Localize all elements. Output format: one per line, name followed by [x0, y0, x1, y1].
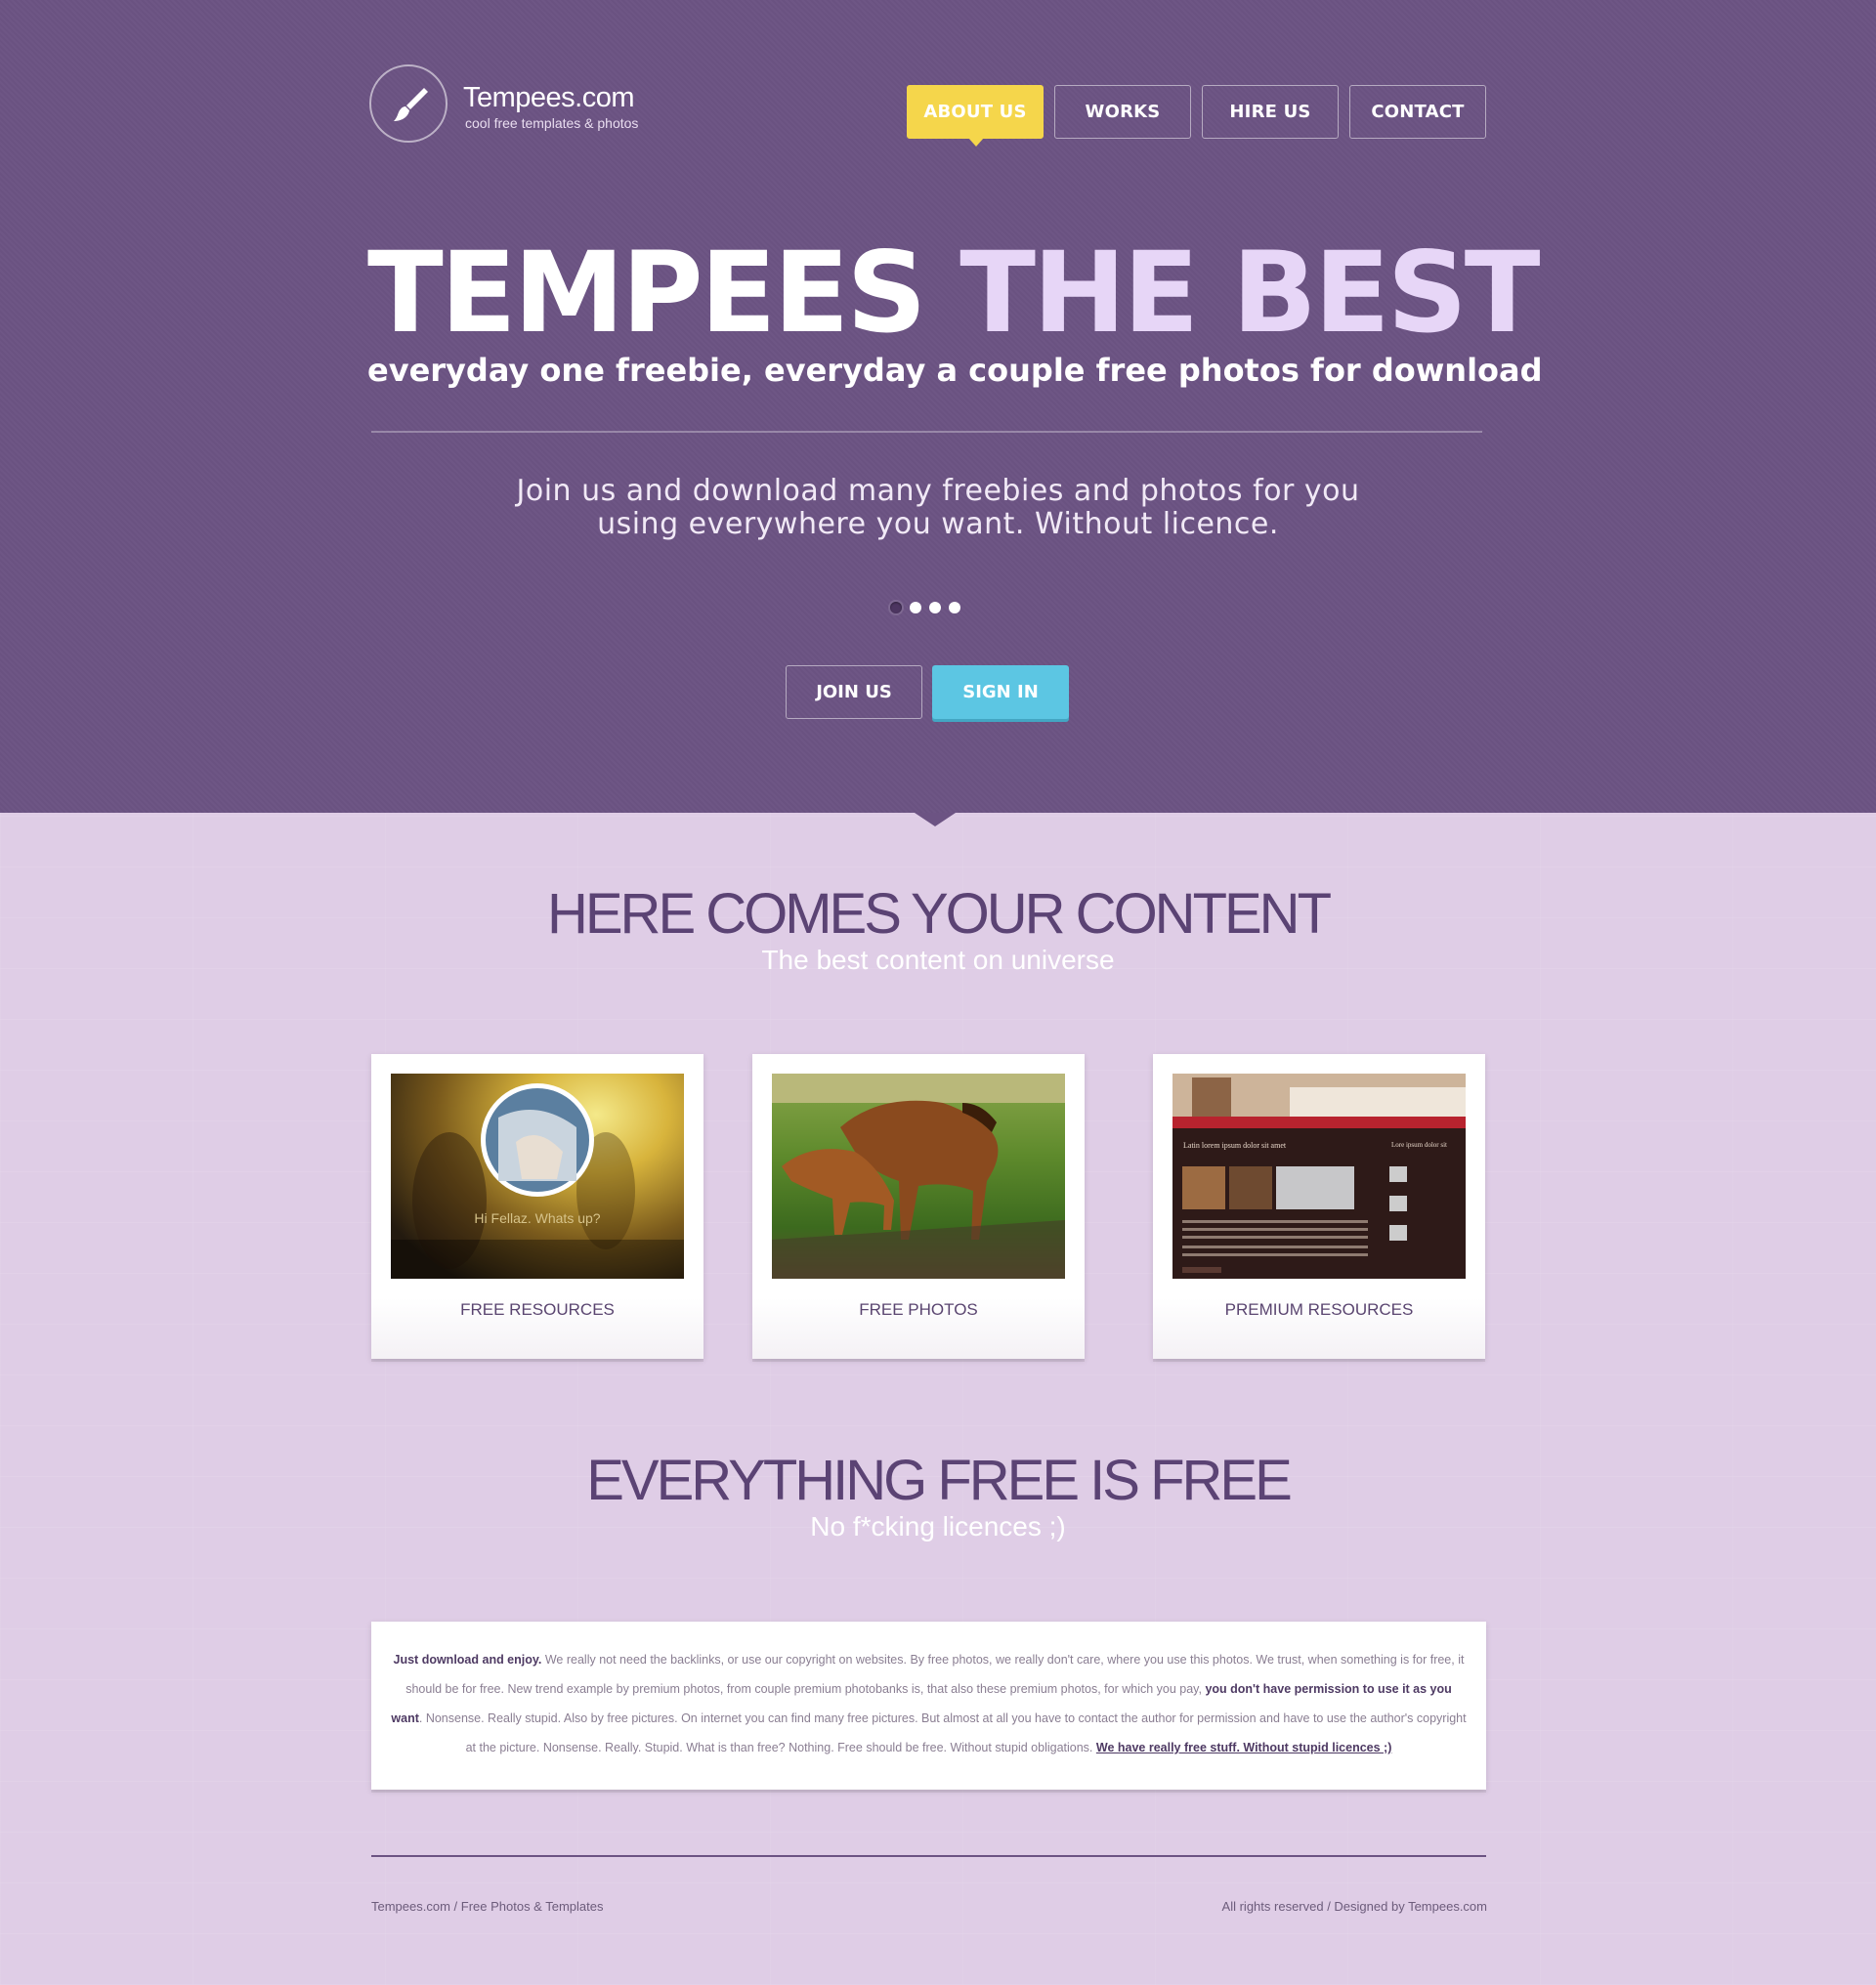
intro-line-2: using everywhere you want. Without licen…: [597, 507, 1279, 541]
slider-dots: [890, 602, 960, 613]
logo[interactable]: Tempees.com cool free templates & photos: [369, 64, 682, 148]
card-image-premium-resources: Latin lorem ipsum dolor sit amet Lore ip…: [1172, 1074, 1466, 1279]
card-grid: Hi Fellaz. Whats up? FREE RESOURCES FREE…: [371, 1054, 1487, 1359]
section-title-free: EVERYTHING FREE IS FREE: [586, 1449, 1293, 1512]
brush-icon: [369, 64, 448, 143]
slider-dot[interactable]: [910, 602, 921, 613]
section-subtitle-free: No f*cking licences ;): [810, 1511, 1066, 1542]
card-image-free-resources: Hi Fellaz. Whats up?: [391, 1074, 684, 1279]
slider-dot[interactable]: [929, 602, 941, 613]
hero-section: Tempees.com cool free templates & photos…: [0, 0, 1876, 826]
footer-left-text: Tempees.com / Free Photos & Templates: [371, 1899, 604, 1914]
free-text-box: Just download and enjoy. We really not n…: [371, 1622, 1486, 1790]
slider-dot[interactable]: [949, 602, 960, 613]
sign-in-button[interactable]: SIGN IN: [932, 665, 1069, 719]
main-nav: ABOUT US WORKS HIRE US CONTACT: [907, 85, 1486, 147]
hero-notch: [915, 813, 956, 826]
nav-about-us[interactable]: ABOUT US: [907, 85, 1044, 147]
hero-headline: TEMPEES THE BEST: [367, 234, 1541, 352]
card-label-free-resources: FREE RESOURCES: [460, 1300, 615, 1319]
free-text-lead: Just download and enjoy.: [393, 1653, 542, 1667]
footer-right-text: All rights reserved / Designed by Tempee…: [1221, 1899, 1487, 1914]
card-free-photos[interactable]: FREE PHOTOS: [752, 1054, 1085, 1359]
card-label-free-photos: FREE PHOTOS: [859, 1300, 978, 1319]
free-stuff-link[interactable]: We have really free stuff. Without stupi…: [1096, 1741, 1392, 1754]
hero-intro: Join us and download many freebies and p…: [469, 475, 1407, 541]
footer-divider: [371, 1855, 1486, 1857]
hero-cta: JOIN US SIGN IN: [786, 665, 1069, 719]
nav-contact[interactable]: CONTACT: [1349, 85, 1486, 139]
card-image-side: Lore ipsum dolor sit: [1391, 1141, 1447, 1149]
headline-accent: THE BEST: [959, 228, 1540, 358]
slider-dot[interactable]: [890, 602, 902, 613]
content-section: HERE COMES YOUR CONTENT The best content…: [0, 813, 1876, 1985]
intro-line-1: Join us and download many freebies and p…: [516, 474, 1360, 508]
card-label-premium-resources: PREMIUM RESOURCES: [1224, 1300, 1414, 1319]
logo-name: Tempees.com: [463, 82, 635, 113]
hero-subhead: everyday one freebie, everyday a couple …: [367, 352, 1543, 389]
hero-divider: [371, 431, 1482, 433]
section-subtitle-content: The best content on universe: [761, 945, 1115, 975]
nav-works[interactable]: WORKS: [1054, 85, 1191, 139]
card-image-caption: Hi Fellaz. Whats up?: [474, 1210, 601, 1226]
nav-hire-us[interactable]: HIRE US: [1202, 85, 1339, 139]
logo-tagline: cool free templates & photos: [465, 115, 639, 131]
section-title-content: HERE COMES YOUR CONTENT: [546, 882, 1332, 946]
card-free-resources[interactable]: Hi Fellaz. Whats up? FREE RESOURCES: [371, 1054, 704, 1359]
headline-main: TEMPEES: [367, 228, 926, 358]
card-image-heading: Latin lorem ipsum dolor sit amet: [1183, 1141, 1287, 1150]
join-us-button[interactable]: JOIN US: [786, 665, 922, 719]
card-image-free-photos: [772, 1074, 1065, 1279]
card-premium-resources[interactable]: Latin lorem ipsum dolor sit amet Lore ip…: [1153, 1054, 1485, 1359]
